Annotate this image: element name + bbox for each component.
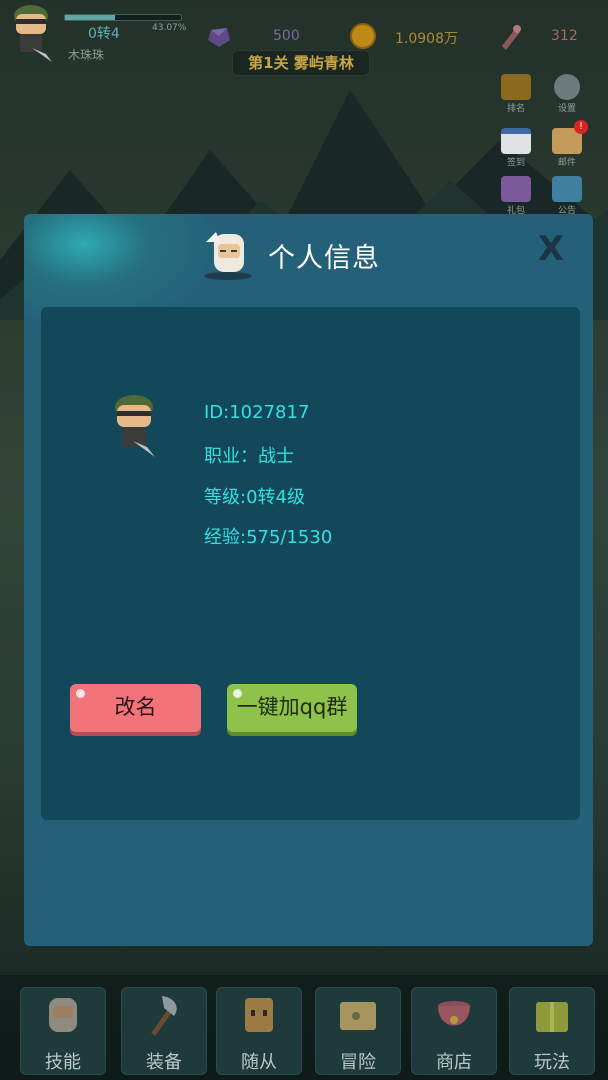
player-name: 木珠珠: [68, 48, 105, 62]
skill-sage-icon: [49, 998, 77, 1032]
stamina-icon: [502, 25, 521, 50]
gold-coin-icon: [350, 23, 376, 49]
mail-label: 邮件: [557, 158, 576, 168]
player-level: 等级:0转4级: [204, 487, 305, 508]
map-scroll-icon: [340, 1002, 376, 1030]
dialog-title: 个人信息: [268, 243, 380, 274]
announcement-button[interactable]: 公告: [547, 176, 587, 216]
close-button[interactable]: X: [534, 232, 568, 266]
gift-box-icon: [536, 1002, 568, 1032]
checkin-button[interactable]: 签到: [496, 128, 536, 168]
nav-followers-label: 随从: [241, 1052, 277, 1073]
info-panel: ID:1027817 职业：战士 等级:0转4级 经验:575/1530 改名 …: [41, 307, 580, 820]
stamina-count: 312: [551, 28, 578, 44]
gift-pack-button[interactable]: 礼包: [496, 176, 536, 216]
sage-portrait-icon: [204, 232, 252, 280]
nav-skills-label: 技能: [45, 1052, 81, 1073]
checkin-label: 签到: [506, 158, 525, 168]
mail-button[interactable]: ! 邮件: [547, 120, 588, 168]
treasure-pot-icon: [438, 1001, 470, 1026]
button-shine: [233, 689, 242, 698]
gold-count: 1.0908万: [395, 31, 458, 47]
settings-button[interactable]: 设置: [547, 74, 587, 114]
follower-icon: [245, 998, 273, 1032]
nav-shop-label: 商店: [436, 1052, 472, 1073]
gem-icon: [208, 28, 230, 47]
join-qq-group-button[interactable]: 一键加qq群: [227, 684, 357, 732]
nav-adventure[interactable]: 冒险: [315, 987, 401, 1075]
nav-gameplay[interactable]: 玩法: [509, 987, 595, 1075]
rebirth-level: 0转4: [88, 26, 120, 42]
player-experience: 经验:575/1530: [204, 527, 333, 548]
player-id: ID:1027817: [204, 402, 310, 423]
experience-percent: 43.07%: [152, 23, 187, 33]
mail-alert-badge: !: [574, 120, 588, 134]
trophy-icon: [501, 74, 531, 100]
gift-icon: [501, 176, 531, 202]
ranking-button[interactable]: 排名: [496, 74, 536, 114]
join-qq-group-label: 一键加qq群: [236, 695, 348, 719]
nav-followers[interactable]: 随从: [216, 987, 302, 1075]
nav-shop[interactable]: 商店: [411, 987, 497, 1075]
button-shine: [76, 689, 85, 698]
bottom-navigation: 技能 装备 随从 冒险 商店 玩法: [0, 975, 608, 1080]
personal-info-dialog: 个人信息 X ID:1027817 职业：战士 等级:0转4级 经验:575/1…: [24, 214, 593, 946]
player-class: 职业：战士: [204, 446, 294, 467]
rename-button-label: 改名: [114, 695, 157, 719]
axe-icon: [151, 996, 177, 1036]
nav-equipment-label: 装备: [146, 1052, 182, 1073]
nav-adventure-label: 冒险: [340, 1052, 376, 1073]
top-hud: 0转4 43.07% 木珠珠 500 1.0908万 312 第1关 雾屿青林: [0, 0, 608, 80]
ranking-label: 排名: [506, 104, 525, 114]
stage-name: 第1关 雾屿青林: [232, 50, 370, 76]
player-portrait-icon: [115, 395, 155, 457]
rename-button[interactable]: 改名: [70, 684, 201, 732]
flag-icon: [552, 176, 582, 202]
nav-gameplay-label: 玩法: [534, 1052, 570, 1073]
gem-count: 500: [273, 28, 300, 44]
gear-icon: [554, 74, 580, 100]
experience-bar: [64, 14, 182, 21]
experience-bar-fill: [65, 15, 115, 20]
mail-icon: !: [552, 120, 588, 154]
nav-skills[interactable]: 技能: [20, 987, 106, 1075]
nav-equipment[interactable]: 装备: [121, 987, 207, 1075]
settings-label: 设置: [557, 104, 576, 114]
calendar-icon: [501, 128, 531, 154]
player-avatar-icon[interactable]: [6, 2, 56, 64]
